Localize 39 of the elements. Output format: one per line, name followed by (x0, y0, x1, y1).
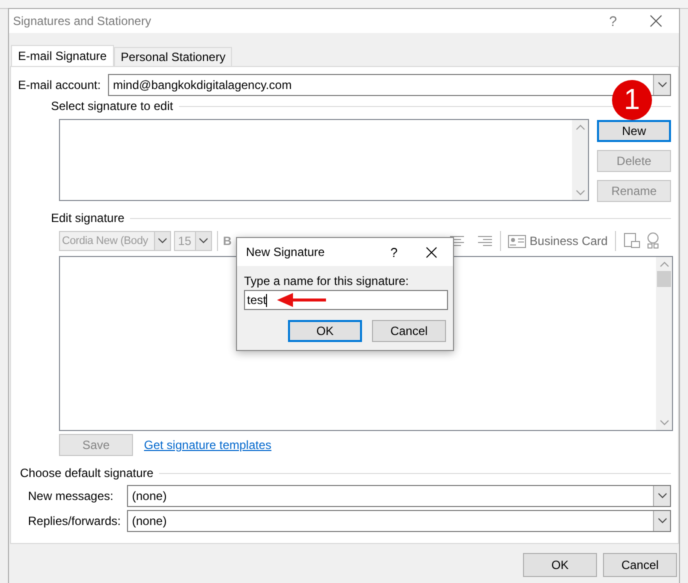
tab[interactable]: E-mail Signature (11, 45, 114, 66)
help-button[interactable]: ? (593, 13, 633, 29)
selected-value: mind@bangkokdigitalagency.com (112, 78, 293, 92)
field-label: Type a name for this signature: (244, 274, 410, 288)
scroll-down-icon[interactable] (660, 420, 668, 426)
scroll-up-icon[interactable] (660, 261, 668, 267)
tab[interactable]: Personal Stationery (114, 47, 232, 66)
scroll-down-icon[interactable] (576, 190, 584, 196)
business-card-icon (508, 234, 526, 248)
scroll-thumb[interactable] (657, 271, 671, 287)
selected-value: (none) (131, 489, 168, 503)
align-right-icon[interactable] (476, 235, 493, 247)
field-label: Replies/forwards: (28, 514, 122, 528)
cancel-button[interactable]: Cancel (372, 320, 446, 342)
signature-dropdown[interactable]: (none) (127, 485, 671, 507)
signature-dropdown[interactable]: (none) (127, 510, 671, 532)
section-heading: Choose default signature (20, 466, 154, 480)
new-button[interactable]: New (597, 120, 671, 142)
arrow-icon (277, 293, 327, 307)
signature-list[interactable] (59, 119, 589, 201)
cancel-button[interactable]: Cancel (603, 553, 677, 577)
help-button[interactable]: ? (379, 244, 409, 260)
window-title: Signatures and Stationery (13, 14, 152, 28)
close-icon[interactable] (426, 246, 436, 258)
ok-button[interactable]: OK (523, 553, 597, 577)
business-card-button[interactable]: Business Card (508, 234, 608, 248)
close-icon[interactable] (650, 15, 662, 27)
scroll-up-icon[interactable] (576, 124, 584, 130)
field-label: E-mail account: (18, 78, 102, 92)
templates-link[interactable]: Get signature templates (144, 438, 272, 452)
field-label: New messages: (28, 489, 114, 503)
align-center-icon[interactable] (448, 235, 465, 247)
section-heading: Edit signature (51, 211, 124, 225)
dialog-title: New Signature (246, 245, 326, 259)
name-input-field[interactable]: test (244, 290, 448, 310)
ok-button[interactable]: OK (288, 320, 362, 342)
picture-icon[interactable] (622, 232, 641, 250)
selected-value: (none) (131, 514, 168, 528)
section-heading: Select signature to edit (51, 99, 174, 113)
